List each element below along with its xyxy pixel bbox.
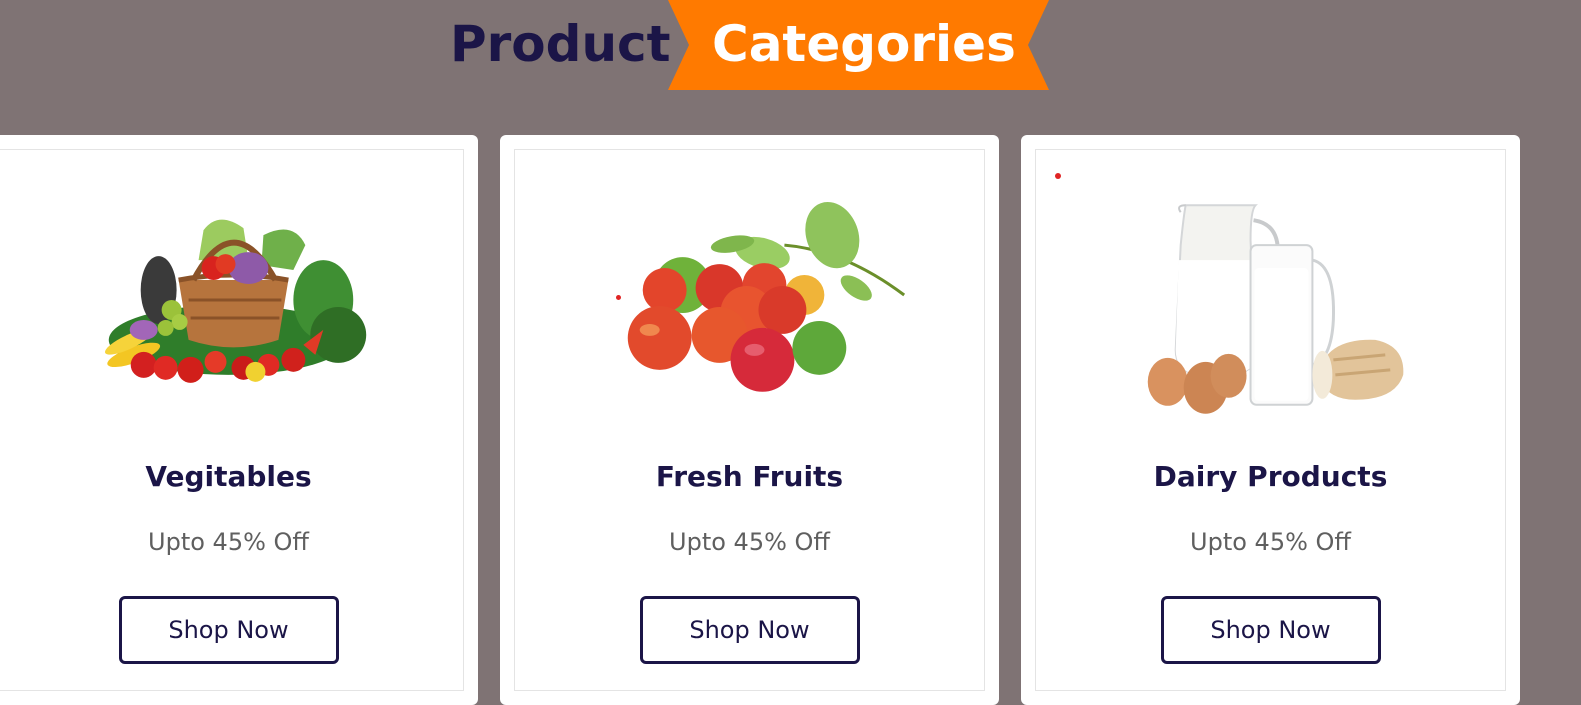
- shop-now-button-vegetables[interactable]: Shop Now: [118, 596, 339, 664]
- card-title: Dairy Products: [1153, 460, 1388, 493]
- dairy-image: [1147, 204, 1404, 414]
- card-title: Fresh Fruits: [655, 460, 844, 493]
- decorative-dot: [616, 295, 621, 300]
- card-frame: Vegitables Upto 45% Off Shop Now: [0, 149, 464, 691]
- card-title: Vegitables: [145, 460, 312, 493]
- decorative-dot: [1055, 173, 1061, 179]
- category-card-dairy-products: Dairy Products Upto 45% Off Shop Now: [1021, 135, 1520, 705]
- card-discount: Upto 45% Off: [669, 528, 830, 556]
- fruits-image: [627, 202, 906, 392]
- shop-now-button-fresh-fruits[interactable]: Shop Now: [639, 596, 860, 664]
- category-card-vegetables: Vegitables Upto 45% Off Shop Now: [0, 135, 478, 705]
- card-frame: Fresh Fruits Upto 45% Off Shop Now: [514, 149, 985, 691]
- vegetable-basket-image: [105, 219, 367, 383]
- category-card-fresh-fruits: Fresh Fruits Upto 45% Off Shop Now: [500, 135, 999, 705]
- card-discount: Upto 45% Off: [1190, 528, 1351, 556]
- card-discount: Upto 45% Off: [148, 528, 309, 556]
- card-frame: Dairy Products Upto 45% Off Shop Now: [1035, 149, 1506, 691]
- category-cards: Vegitables Upto 45% Off Shop Now Fresh F…: [0, 0, 1581, 705]
- shop-now-button-dairy-products[interactable]: Shop Now: [1160, 596, 1381, 664]
